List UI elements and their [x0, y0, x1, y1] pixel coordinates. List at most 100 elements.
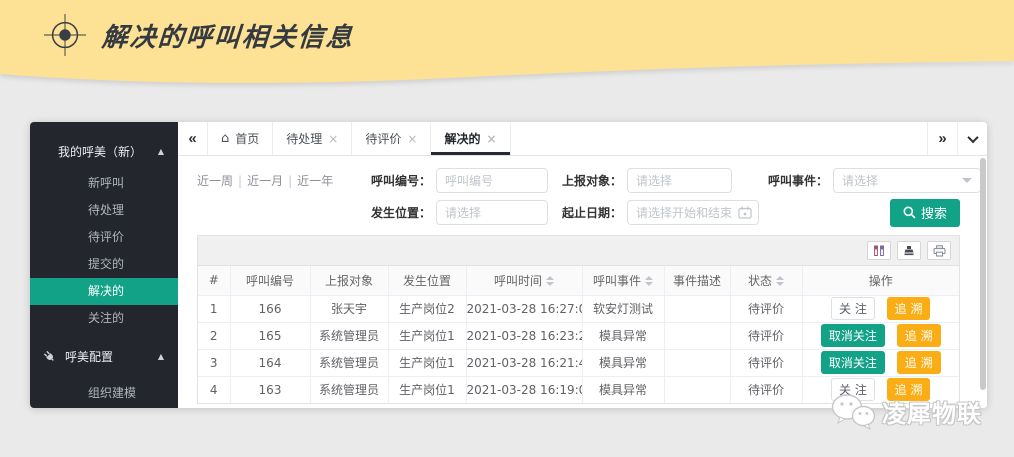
tabbar: « ⌂ 首页 待处理 × 待评价 × 解决的 × » — [178, 122, 987, 156]
cell-index: 3 — [198, 349, 230, 376]
call-no-input[interactable] — [436, 168, 548, 193]
sidebar-item-new-call[interactable]: 新呼叫 — [30, 170, 178, 197]
call-event-input[interactable] — [833, 168, 981, 193]
crosshair-target-icon — [44, 14, 86, 56]
cell-description — [664, 349, 730, 376]
column-header-actions: 操作 — [802, 266, 959, 295]
content: « ⌂ 首页 待处理 × 待评价 × 解决的 × » — [178, 122, 987, 408]
cell-status: 待评价 — [730, 295, 802, 322]
expand-tabs-button[interactable]: » — [927, 122, 957, 155]
cell-time: 2021-03-28 16:19:01 — [466, 376, 582, 403]
cell-reporter: 系统管理员 — [310, 376, 388, 403]
report-target-label: 上报对象： — [548, 172, 622, 189]
cell-status: 待评价 — [730, 322, 802, 349]
tab-label: 待处理 — [286, 130, 322, 147]
cell-event: 软安灯测试 — [582, 295, 664, 322]
column-header-description: 事件描述 — [664, 266, 730, 295]
quick-date-links: 近一周|近一月|近一年 — [197, 172, 357, 189]
table-row: 2 165 系统管理员 生产岗位1 2021-03-28 16:23:28 模具… — [198, 322, 959, 349]
date-range-picker[interactable] — [627, 200, 759, 225]
cell-time: 2021-03-28 16:23:28 — [466, 322, 582, 349]
sidebar-item-to-review[interactable]: 待评价 — [30, 224, 178, 251]
cell-reporter: 系统管理员 — [310, 322, 388, 349]
cell-description — [664, 376, 730, 403]
cell-description — [664, 295, 730, 322]
close-icon[interactable]: × — [486, 132, 496, 146]
sidebar-group-config[interactable]: 呼美配置 ▲ — [30, 332, 178, 380]
trace-button[interactable]: 追 溯 — [887, 297, 931, 320]
vertical-scrollbar[interactable] — [980, 158, 986, 390]
sort-icon — [546, 276, 554, 286]
report-target-input[interactable] — [627, 168, 732, 193]
table-header-row: # 呼叫编号 上报对象 发生位置 呼叫时间 呼叫事件 事件描述 状态 操作 — [198, 266, 959, 295]
app-window: 我的呼美（新） ▲ 新呼叫 待处理 待评价 提交的 解决的 关注的 呼美配置 — [30, 122, 987, 408]
tab-to-review[interactable]: 待评价 × — [352, 122, 431, 155]
table-row: 3 164 系统管理员 生产岗位1 2021-03-28 16:21:44 模具… — [198, 349, 959, 376]
column-header-call-event[interactable]: 呼叫事件 — [582, 266, 664, 295]
cell-event: 模具异常 — [582, 322, 664, 349]
unfollow-button[interactable]: 取消关注 — [821, 324, 885, 347]
page: 解决的呼叫相关信息 我的呼美（新） ▲ 新呼叫 待处理 待评价 提交的 解决的 … — [0, 0, 1014, 457]
location-input[interactable] — [436, 200, 548, 225]
call-no-label: 呼叫编号： — [357, 172, 431, 189]
cell-call-no: 166 — [230, 295, 310, 322]
sidebar: 我的呼美（新） ▲ 新呼叫 待处理 待评价 提交的 解决的 关注的 呼美配置 — [30, 122, 178, 408]
print-button[interactable] — [927, 241, 951, 260]
sidebar-group-label: 呼美配置 — [65, 348, 154, 365]
cell-call-no: 164 — [230, 349, 310, 376]
export-button[interactable] — [897, 241, 921, 260]
separator: | — [288, 174, 292, 188]
print-icon — [933, 245, 946, 257]
cell-actions: 取消关注 追 溯 — [802, 349, 959, 376]
cell-status: 待评价 — [730, 349, 802, 376]
tab-label: 待评价 — [365, 130, 401, 147]
column-settings-button[interactable] — [867, 241, 891, 260]
sidebar-item-pending[interactable]: 待处理 — [30, 197, 178, 224]
quick-link-week[interactable]: 近一周 — [197, 174, 233, 188]
date-range-label: 起止日期： — [548, 204, 622, 221]
quick-link-year[interactable]: 近一年 — [297, 174, 333, 188]
watermark: 凌犀物联 — [830, 392, 982, 430]
unfollow-button[interactable]: 取消关注 — [821, 351, 885, 374]
date-range-input[interactable] — [627, 200, 759, 225]
sidebar-item-org-modeling[interactable]: 组织建模 — [30, 380, 178, 407]
calls-table: # 呼叫编号 上报对象 发生位置 呼叫时间 呼叫事件 事件描述 状态 操作 — [198, 266, 959, 403]
home-icon: ⌂ — [221, 131, 229, 146]
filter-panel: 近一周|近一月|近一年 呼叫编号： 上报对象： 呼叫事件： 发生位置： — [178, 156, 987, 235]
call-event-select[interactable] — [833, 168, 981, 193]
sidebar-item-resolved[interactable]: 解决的 — [30, 278, 178, 305]
tab-home[interactable]: ⌂ 首页 — [208, 122, 273, 155]
tab-menu-button[interactable] — [957, 122, 987, 155]
cell-actions: 取消关注 追 溯 — [802, 322, 959, 349]
cell-index: 2 — [198, 322, 230, 349]
trace-button[interactable]: 追 溯 — [897, 351, 941, 374]
sidebar-item-followed[interactable]: 关注的 — [30, 305, 178, 332]
cell-event: 模具异常 — [582, 376, 664, 403]
export-icon — [903, 245, 915, 256]
column-header-index: # — [198, 266, 230, 295]
tab-resolved[interactable]: 解决的 × — [431, 122, 510, 155]
search-button[interactable]: 搜索 — [890, 199, 960, 227]
chevron-down-icon — [967, 131, 978, 142]
collapse-tabs-button[interactable]: « — [178, 122, 208, 155]
page-title: 解决的呼叫相关信息 — [101, 17, 356, 54]
cell-time: 2021-03-28 16:27:07 — [466, 295, 582, 322]
columns-icon — [873, 245, 885, 256]
follow-button[interactable]: 关 注 — [831, 297, 875, 320]
cell-index: 4 — [198, 376, 230, 403]
tab-pending[interactable]: 待处理 × — [273, 122, 352, 155]
cell-index: 1 — [198, 295, 230, 322]
column-header-call-time[interactable]: 呼叫时间 — [466, 266, 582, 295]
cell-event: 模具异常 — [582, 349, 664, 376]
close-icon[interactable]: × — [407, 132, 417, 146]
sidebar-item-submitted[interactable]: 提交的 — [30, 251, 178, 278]
caret-up-icon: ▲ — [158, 352, 164, 361]
trace-button[interactable]: 追 溯 — [897, 324, 941, 347]
cell-status: 待评价 — [730, 376, 802, 403]
sidebar-group-my-call[interactable]: 我的呼美（新） ▲ — [30, 132, 178, 170]
column-header-status[interactable]: 状态 — [730, 266, 802, 295]
cell-actions: 关 注 追 溯 — [802, 295, 959, 322]
close-icon[interactable]: × — [328, 132, 338, 146]
cell-location: 生产岗位1 — [388, 376, 466, 403]
quick-link-month[interactable]: 近一月 — [247, 174, 283, 188]
